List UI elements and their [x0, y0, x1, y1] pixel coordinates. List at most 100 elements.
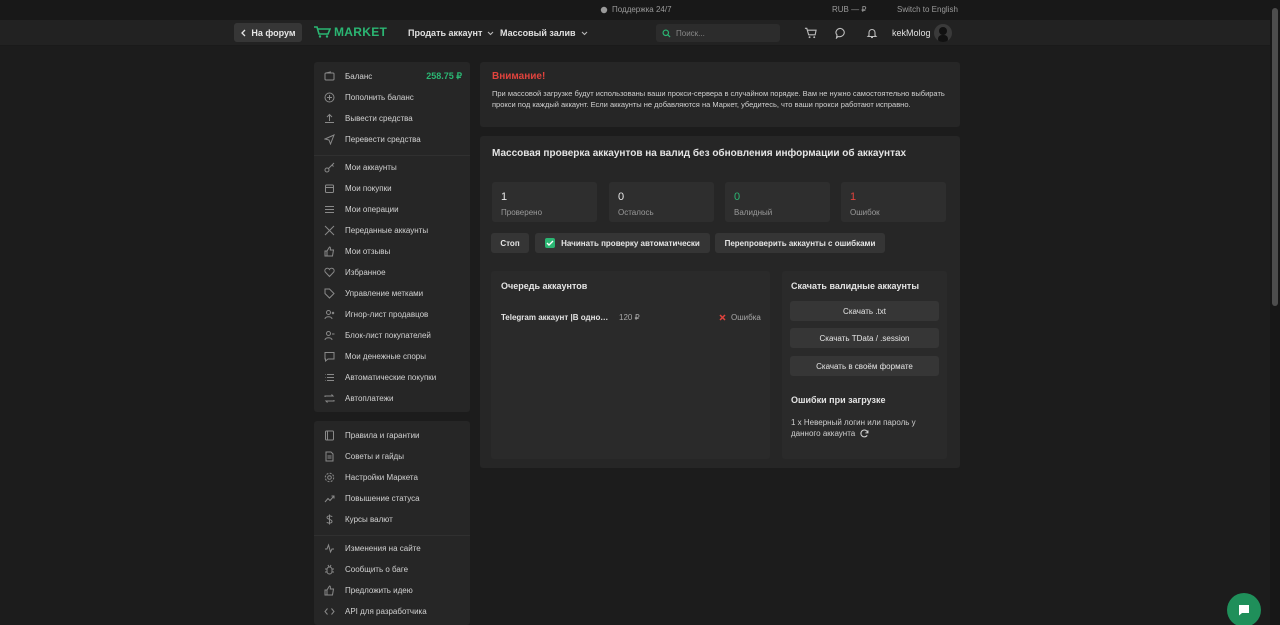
sidebar-divider: [314, 535, 470, 536]
auto-check-label: Начинать проверку автоматически: [561, 238, 700, 248]
table-row[interactable]: Telegram аккаунт |В одном... 120 ₽ Ошибк…: [501, 313, 763, 327]
checkbox-checked-icon[interactable]: [545, 238, 556, 248]
sidebar-item-ignore-list[interactable]: Игнор-лист продавцов: [314, 305, 470, 323]
sidebar-item-transfer-funds[interactable]: Перевести средства: [314, 130, 470, 148]
sidebar-item-label: Предложить идею: [345, 585, 413, 595]
sidebar-item-top-up[interactable]: Пополнить баланс: [314, 88, 470, 106]
refresh-icon[interactable]: [860, 429, 869, 438]
status-label: Ошибка: [731, 313, 761, 322]
chat-bubble-icon: [600, 6, 608, 13]
sidebar-item-status-upgrade[interactable]: Повышение статуса: [314, 489, 470, 507]
nav-sell-account[interactable]: Продать аккаунт: [408, 28, 494, 38]
sidebar-item-auto-purchases[interactable]: Автоматические покупки: [314, 368, 470, 386]
download-txt-button[interactable]: Скачать .txt: [790, 301, 939, 321]
bell-icon[interactable]: [864, 25, 880, 41]
stop-button[interactable]: Стоп: [491, 233, 529, 253]
cart-icon[interactable]: [802, 25, 818, 41]
scrollbar-thumb[interactable]: [1272, 8, 1278, 306]
chevron-down-icon: [581, 31, 587, 35]
sidebar-item-balance[interactable]: Баланс 258.75 ₽: [314, 67, 470, 85]
list-icon: [323, 371, 335, 383]
support-label: Поддержка 24/7: [612, 5, 672, 14]
recheck-errors-button[interactable]: Перепроверить аккаунты с ошибками: [715, 233, 885, 253]
currency-selector[interactable]: RUB — ₽: [832, 5, 866, 14]
sidebar-item-autopayments[interactable]: Автоплатежи: [314, 389, 470, 407]
list-icon: [323, 203, 335, 215]
user-block-icon: [323, 329, 335, 341]
sidebar-item-market-settings[interactable]: Настройки Маркета: [314, 468, 470, 486]
queue-title: Очередь аккаунтов: [501, 281, 588, 291]
sidebar-item-exchange-rates[interactable]: Курсы валют: [314, 510, 470, 528]
sidebar-item-label: API для разработчика: [345, 606, 427, 616]
market-logo[interactable]: MARKET: [313, 25, 387, 39]
stat-label: Осталось: [618, 208, 654, 217]
sidebar-item-my-reviews[interactable]: Мои отзывы: [314, 242, 470, 260]
cart-logo-icon: [314, 26, 331, 38]
sidebar-item-rules[interactable]: Правила и гарантии: [314, 426, 470, 444]
sidebar-divider: [314, 155, 470, 156]
sidebar-item-label: Изменения на сайте: [345, 543, 421, 553]
info-sidebar: Правила и гарантии Советы и гайды Настро…: [314, 421, 470, 625]
download-custom-format-button[interactable]: Скачать в своём формате: [790, 356, 939, 376]
bug-icon: [323, 563, 335, 575]
sidebar-item-label: Перевести средства: [345, 134, 421, 144]
sidebar-item-block-list[interactable]: Блок-лист покупателей: [314, 326, 470, 344]
chevron-left-icon: [241, 29, 246, 36]
page-scrollbar[interactable]: [1270, 0, 1280, 625]
sidebar-item-api[interactable]: API для разработчика: [314, 602, 470, 620]
upload-icon: [323, 112, 335, 124]
sidebar-item-label: Правила и гарантии: [345, 430, 420, 440]
support-link[interactable]: Поддержка 24/7: [600, 5, 672, 14]
sidebar-item-disputes[interactable]: Мои денежные споры: [314, 347, 470, 365]
activity-icon: [323, 542, 335, 554]
sidebar-item-label: Мои отзывы: [345, 246, 391, 256]
sidebar-item-site-changes[interactable]: Изменения на сайте: [314, 539, 470, 557]
sidebar-item-my-purchases[interactable]: Мои покупки: [314, 179, 470, 197]
sidebar-item-withdraw[interactable]: Вывести средства: [314, 109, 470, 127]
search-icon: [662, 28, 671, 38]
nav-mass-upload[interactable]: Массовый залив: [500, 28, 588, 38]
warning-title: Внимание!: [492, 71, 546, 82]
avatar[interactable]: [934, 24, 952, 42]
sidebar-item-label: Мои операции: [345, 204, 399, 214]
language-switch[interactable]: Switch to English: [897, 5, 958, 14]
sidebar-item-favorites[interactable]: Избранное: [314, 263, 470, 281]
username[interactable]: kekMolog: [892, 28, 931, 38]
close-icon: [719, 314, 726, 321]
stat-errors: 1 Ошибок: [841, 182, 946, 222]
sidebar-item-label: Игнор-лист продавцов: [345, 309, 429, 319]
tag-icon: [323, 287, 335, 299]
thumb-up-icon: [323, 584, 335, 596]
sidebar-item-label: Вывести средства: [345, 113, 413, 123]
sidebar-item-transferred-accounts[interactable]: Переданные аккаунты: [314, 221, 470, 239]
download-tdata-button[interactable]: Скачать TData / .session: [790, 328, 939, 348]
sidebar-item-my-accounts[interactable]: Мои аккаунты: [314, 158, 470, 176]
trend-up-icon: [323, 492, 335, 504]
search-box[interactable]: [656, 24, 780, 42]
sidebar-item-suggest-idea[interactable]: Предложить идею: [314, 581, 470, 599]
sidebar-item-label: Блок-лист покупателей: [345, 330, 431, 340]
account-sidebar: Баланс 258.75 ₽ Пополнить баланс Вывести…: [314, 62, 470, 412]
dollar-icon: [323, 513, 335, 525]
stat-value: 0: [618, 191, 625, 203]
book-icon: [323, 429, 335, 441]
stat-remaining: 0 Осталось: [609, 182, 714, 222]
sidebar-item-label: Пополнить баланс: [345, 92, 414, 102]
sidebar-item-label: Сообщить о баге: [345, 564, 409, 574]
sidebar-item-label: Настройки Маркета: [345, 472, 418, 482]
send-icon: [323, 133, 335, 145]
sidebar-item-tags[interactable]: Управление метками: [314, 284, 470, 302]
sidebar-item-report-bug[interactable]: Сообщить о баге: [314, 560, 470, 578]
back-to-forum-button[interactable]: На форум: [234, 23, 302, 42]
auto-check-toggle[interactable]: Начинать проверку автоматически: [535, 233, 710, 253]
logo-text: MARKET: [334, 25, 388, 39]
warning-text: При массовой загрузке будут использованы…: [492, 89, 945, 109]
search-input[interactable]: [676, 28, 771, 38]
gear-icon: [323, 471, 335, 483]
messages-icon[interactable]: [833, 25, 849, 41]
support-chat-button[interactable]: [1227, 593, 1261, 625]
sidebar-item-my-operations[interactable]: Мои операции: [314, 200, 470, 218]
key-icon: [323, 161, 335, 173]
queue-item-name[interactable]: Telegram аккаунт |В одном...: [501, 313, 609, 322]
sidebar-item-guides[interactable]: Советы и гайды: [314, 447, 470, 465]
